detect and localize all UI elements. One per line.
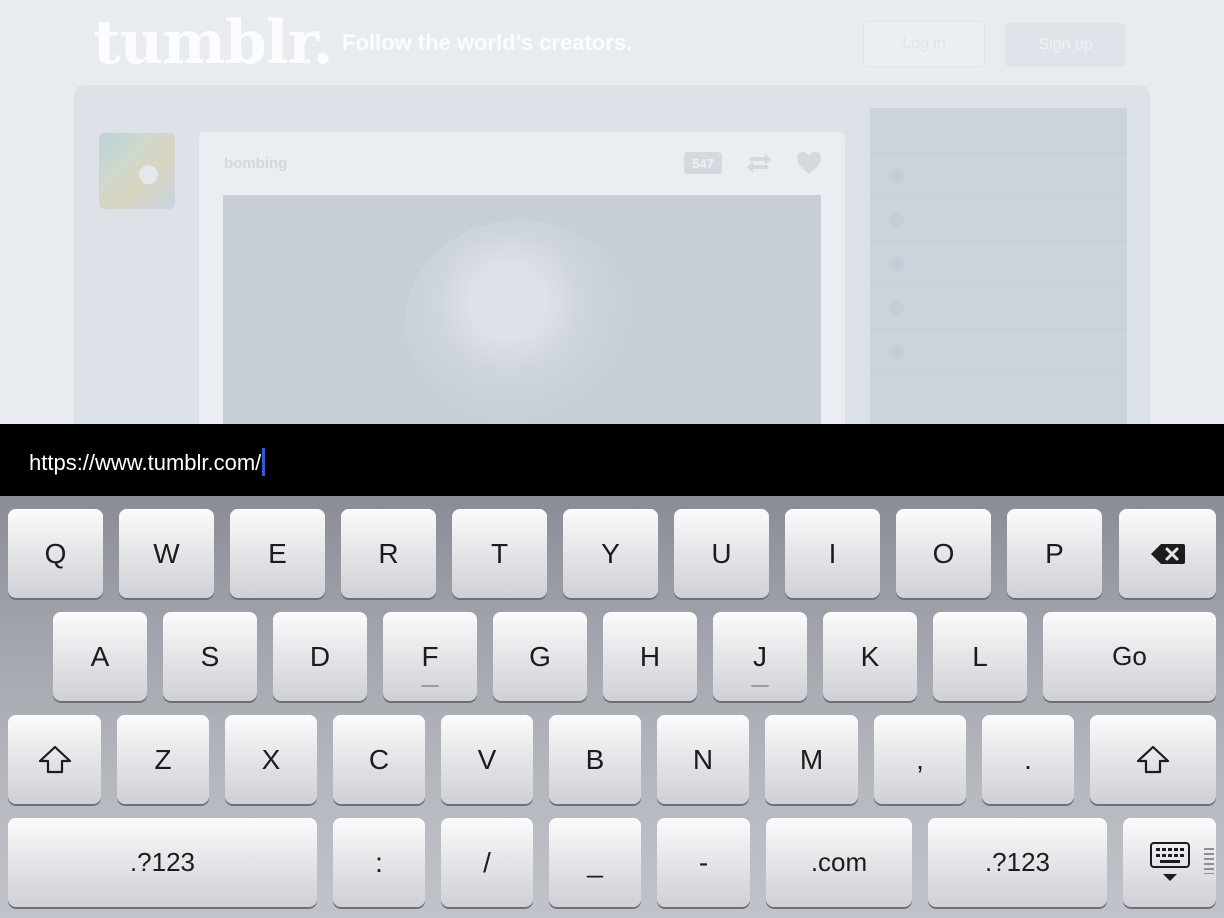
sidebar-row[interactable]	[870, 241, 1127, 285]
shift-key-left[interactable]	[8, 715, 101, 804]
sidebar-row-icon	[890, 345, 904, 359]
sidebar-row[interactable]	[870, 329, 1127, 373]
tumblr-logo: tumblr.	[93, 8, 334, 78]
backspace-key[interactable]	[1119, 509, 1216, 598]
home-row-bump	[421, 685, 439, 687]
key-h[interactable]: H	[603, 612, 697, 701]
key-p[interactable]: P	[1007, 509, 1102, 598]
sidebar-row-icon	[890, 257, 904, 271]
signup-button[interactable]: Sign up	[1005, 23, 1126, 67]
smoke-artwork	[405, 220, 635, 424]
key-s[interactable]: S	[163, 612, 257, 701]
url-text: https://www.tumblr.com/	[29, 450, 262, 475]
key-k[interactable]: K	[823, 612, 917, 701]
key-period[interactable]: .	[982, 715, 1074, 804]
dotcom-key[interactable]: .com	[766, 818, 912, 907]
key-r[interactable]: R	[341, 509, 436, 598]
go-key[interactable]: Go	[1043, 612, 1216, 701]
key-z[interactable]: Z	[117, 715, 209, 804]
web-page-background: tumblr. Follow the world’s creators. Log…	[0, 0, 1224, 424]
key-y[interactable]: Y	[563, 509, 658, 598]
shift-key-right[interactable]	[1090, 715, 1216, 804]
sidebar-row[interactable]	[870, 197, 1127, 241]
sidebar-row[interactable]	[870, 373, 1127, 417]
keyboard-dismiss-icon	[1149, 841, 1190, 881]
key-f[interactable]: F	[383, 612, 477, 701]
key-b[interactable]: B	[549, 715, 641, 804]
key-t[interactable]: T	[452, 509, 547, 598]
key-j[interactable]: J	[713, 612, 807, 701]
text-caret	[262, 448, 266, 476]
backspace-icon	[1150, 543, 1185, 564]
key-e[interactable]: E	[230, 509, 325, 598]
key-u[interactable]: U	[674, 509, 769, 598]
sidebar-row[interactable]	[870, 285, 1127, 329]
key-n[interactable]: N	[657, 715, 749, 804]
key-v[interactable]: V	[441, 715, 533, 804]
key-comma[interactable]: ,	[874, 715, 966, 804]
key-f-label: F	[421, 640, 439, 672]
shift-icon	[1136, 745, 1170, 773]
url-input[interactable]: https://www.tumblr.com/	[29, 448, 266, 476]
sidebar	[870, 108, 1127, 424]
key-l[interactable]: L	[933, 612, 1027, 701]
key-c[interactable]: C	[333, 715, 425, 804]
post-blog-name[interactable]: bombing	[224, 155, 287, 172]
numbers-key-right[interactable]: .?123	[928, 818, 1107, 907]
avatar[interactable]	[99, 133, 175, 209]
onscreen-keyboard: Q W E R T Y U I O P A S D F G H J K L Go…	[0, 498, 1224, 918]
tagline: Follow the world’s creators.	[342, 30, 633, 55]
key-g[interactable]: G	[493, 612, 587, 701]
key-w[interactable]: W	[119, 509, 214, 598]
key-m[interactable]: M	[765, 715, 858, 804]
key-a[interactable]: A	[53, 612, 147, 701]
sidebar-row-icon	[890, 169, 904, 183]
key-o[interactable]: O	[896, 509, 991, 598]
sidebar-row[interactable]	[870, 153, 1127, 197]
key-d[interactable]: D	[273, 612, 367, 701]
shift-icon	[38, 745, 71, 773]
key-j-label: J	[753, 640, 767, 672]
reblog-icon[interactable]	[745, 150, 773, 176]
dismiss-keyboard-key[interactable]	[1123, 818, 1216, 907]
key-slash[interactable]: /	[441, 818, 533, 907]
notes-count-badge[interactable]: 547	[684, 152, 722, 174]
key-i[interactable]: I	[785, 509, 880, 598]
keyboard-grip-handle[interactable]	[1204, 848, 1214, 874]
heart-icon[interactable]	[795, 150, 823, 176]
home-row-bump	[751, 685, 769, 687]
key-colon[interactable]: :	[333, 818, 425, 907]
key-dash[interactable]: -	[657, 818, 750, 907]
numbers-key-left[interactable]: .?123	[8, 818, 317, 907]
sidebar-row-icon	[890, 301, 904, 315]
key-x[interactable]: X	[225, 715, 317, 804]
key-q[interactable]: Q	[8, 509, 103, 598]
login-button[interactable]: Log in	[863, 21, 985, 67]
sidebar-row-icon	[890, 213, 904, 227]
key-underscore[interactable]: _	[549, 818, 641, 907]
